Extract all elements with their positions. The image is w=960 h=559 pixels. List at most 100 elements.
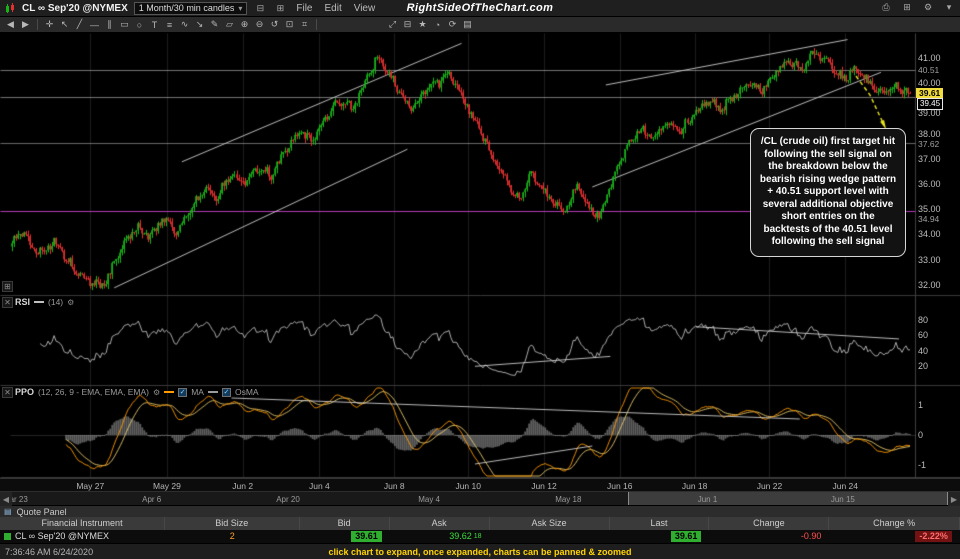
- navigator-date-label: Apr 20: [276, 495, 300, 504]
- undo-icon[interactable]: ↺: [267, 18, 282, 32]
- panels-icon[interactable]: ⊟: [400, 18, 415, 32]
- time-navigator: ◀ ▶ Mar 23 Apr 6 Apr 20 May 4 May 18 Jun 1 Jun…: [0, 491, 960, 506]
- nav-left-arrow[interactable]: ◀: [0, 492, 12, 506]
- favorite-icon[interactable]: ★: [415, 18, 430, 32]
- arrow-tool-icon[interactable]: ↘: [192, 18, 207, 32]
- expand-icon[interactable]: ⤢: [385, 18, 400, 32]
- trading-app-window: CL ∞ Sep'20 @NYMEX 1 Month/30 min candle…: [0, 0, 960, 559]
- quote-col-ask[interactable]: Ask: [390, 517, 490, 530]
- rsi-label: RSI: [15, 297, 31, 307]
- trendline-icon[interactable]: ╱: [72, 18, 87, 32]
- menubar: CL ∞ Sep'20 @NYMEX 1 Month/30 min candle…: [0, 0, 960, 17]
- toolbar-group-nav: ◀ ▶: [3, 18, 33, 32]
- settings-icon[interactable]: ⚙: [921, 2, 935, 13]
- toolbar: ◀ ▶ ✛ ↖ ╱ ― ∥ ▭ ○ T ≡ ∿ ↘ ✎ ▱ ⊕ ⊖ ↺ ⊡ ⌗ ⤢ ⊟ ★ ◔ ⟳ ▤: [0, 17, 960, 33]
- collapse-icon[interactable]: ▾: [942, 2, 956, 13]
- fibonacci-icon[interactable]: ≡: [162, 18, 177, 32]
- wave-icon[interactable]: ∿: [177, 18, 192, 32]
- quote-table-header: Financial Instrument Bid Size Bid Ask Ask Si…: [0, 517, 960, 530]
- quote-panel-titlebar[interactable]: ▤ Quote Panel: [0, 505, 960, 517]
- print-icon[interactable]: ⎙: [879, 2, 893, 13]
- date-axis-label: Jun 24: [832, 481, 859, 491]
- main-panel-tool-icon[interactable]: ⊞: [2, 281, 13, 292]
- menu-edit[interactable]: Edit: [321, 3, 344, 14]
- quote-col-change_pct[interactable]: Change %: [829, 517, 960, 530]
- quote-change: -0.90: [800, 531, 822, 541]
- horizontal-line-icon[interactable]: ―: [87, 18, 102, 32]
- instrument-color-square: [4, 533, 11, 540]
- quote-bid-size: 2: [229, 531, 235, 541]
- forward-icon[interactable]: ▶: [18, 18, 33, 32]
- pointer-icon[interactable]: ↖: [57, 18, 72, 32]
- rsi-params: (14): [48, 297, 64, 307]
- navigator-date-label: May 4: [418, 495, 441, 504]
- quote-ask: 39.62 18: [449, 531, 482, 541]
- quote-instrument: CL ∞ Sep'20 @NYMEX: [0, 530, 165, 543]
- nav-window[interactable]: [627, 492, 948, 506]
- brush-icon[interactable]: ✎: [207, 18, 222, 32]
- quote-col-last[interactable]: Last: [610, 517, 710, 530]
- zoom-in-icon[interactable]: ⊕: [237, 18, 252, 32]
- quote-col-bid[interactable]: Bid: [300, 517, 390, 530]
- snapshot-icon[interactable]: ⊡: [282, 18, 297, 32]
- refresh-icon[interactable]: ⟳: [445, 18, 460, 32]
- text-tool-icon[interactable]: T: [147, 18, 162, 32]
- quote-table-row[interactable]: CL ∞ Sep'20 @NYMEX 2 39.61 39.62 18 39.61 -0.9…: [0, 530, 960, 543]
- menubar-right-icons: ⎙ ⊞ ⚙ ▾: [879, 2, 956, 13]
- quote-ask-size: [490, 530, 610, 543]
- rsi-settings-icon[interactable]: ⚙: [67, 298, 74, 307]
- split-view-icon[interactable]: ⊟: [253, 3, 267, 14]
- timeframe-dropdown[interactable]: 1 Month/30 min candles ▾: [133, 1, 248, 15]
- date-axis-label: Jun 8: [383, 481, 405, 491]
- ppo-close-icon[interactable]: ✕: [2, 387, 13, 398]
- ellipse-icon[interactable]: ○: [132, 18, 147, 32]
- ma-line-swatch: [164, 391, 175, 393]
- grid-toggle-icon[interactable]: ⌗: [297, 18, 312, 32]
- timeframe-value: 1 Month/30 min candles: [138, 3, 235, 13]
- osma-checkbox[interactable]: ✓: [221, 387, 231, 397]
- navigator-date-label: Jun 1: [697, 495, 718, 504]
- zoom-out-icon[interactable]: ⊖: [252, 18, 267, 32]
- quote-col-ask_size[interactable]: Ask Size: [490, 517, 610, 530]
- channel-icon[interactable]: ∥: [102, 18, 117, 32]
- clock-timestamp: 7:36:46 AM 6/24/2020: [5, 546, 94, 557]
- menu-view[interactable]: View: [351, 3, 379, 14]
- grid-view-icon[interactable]: ⊞: [273, 3, 287, 14]
- nav-right-arrow[interactable]: ▶: [948, 492, 960, 506]
- ma-legend-label: MA: [191, 387, 204, 397]
- rsi-line-swatch: [34, 301, 45, 303]
- menu-file[interactable]: File: [293, 3, 315, 14]
- rsi-close-icon[interactable]: ✕: [2, 297, 13, 308]
- date-axis-label: Jun 12: [531, 481, 557, 491]
- annotation-callout[interactable]: /CL (crude oil) first target hit followi…: [750, 128, 906, 257]
- quote-change-pct: -2.22%: [829, 530, 960, 543]
- chevron-down-icon: ▾: [238, 3, 243, 13]
- rsi-header: RSI (14) ⚙: [15, 297, 74, 307]
- date-axis-label: Jun 10: [455, 481, 481, 491]
- toolbar-separator: [316, 19, 317, 30]
- rectangle-icon[interactable]: ▭: [117, 18, 132, 32]
- quote-col-change[interactable]: Change: [709, 517, 830, 530]
- date-axis-label: Jun 22: [756, 481, 783, 491]
- ppo-settings-icon[interactable]: ⚙: [153, 388, 160, 397]
- navigator-date-label: Jun 15: [830, 495, 855, 504]
- statusbar: 7:36:46 AM 6/24/2020 click chart to expa…: [0, 543, 960, 559]
- ma-checkbox[interactable]: ✓: [178, 387, 188, 397]
- crosshair-icon[interactable]: ✛: [42, 18, 57, 32]
- eraser-icon[interactable]: ▱: [222, 18, 237, 32]
- layout-grid-icon[interactable]: ⊞: [900, 2, 914, 13]
- hint-text: click chart to expand, once expanded, ch…: [328, 546, 632, 557]
- navigator-date-label: May 18: [555, 495, 582, 504]
- brand-banner: RightSideOfTheChart.com: [406, 2, 554, 14]
- alerts-icon[interactable]: ◔: [430, 18, 445, 32]
- chart-region: 41.00 40.51 40.00 39.61 39.45 39.00 38.00 37.62…: [0, 33, 960, 478]
- save-layout-icon[interactable]: ▤: [460, 18, 475, 32]
- panel-menu-icon[interactable]: ▤: [4, 507, 12, 516]
- symbol-label: CL ∞ Sep'20 @NYMEX: [22, 2, 128, 14]
- back-icon[interactable]: ◀: [3, 18, 18, 32]
- osma-swatch: [207, 391, 218, 393]
- quote-col-bid_size[interactable]: Bid Size: [165, 517, 300, 530]
- toolbar-separator: [37, 19, 38, 30]
- quote-col-instrument[interactable]: Financial Instrument: [0, 517, 166, 530]
- toolbar-group-draw: ✛ ↖ ╱ ― ∥ ▭ ○ T ≡ ∿ ↘ ✎ ▱ ⊕ ⊖ ↺ ⊡ ⌗: [42, 18, 312, 32]
